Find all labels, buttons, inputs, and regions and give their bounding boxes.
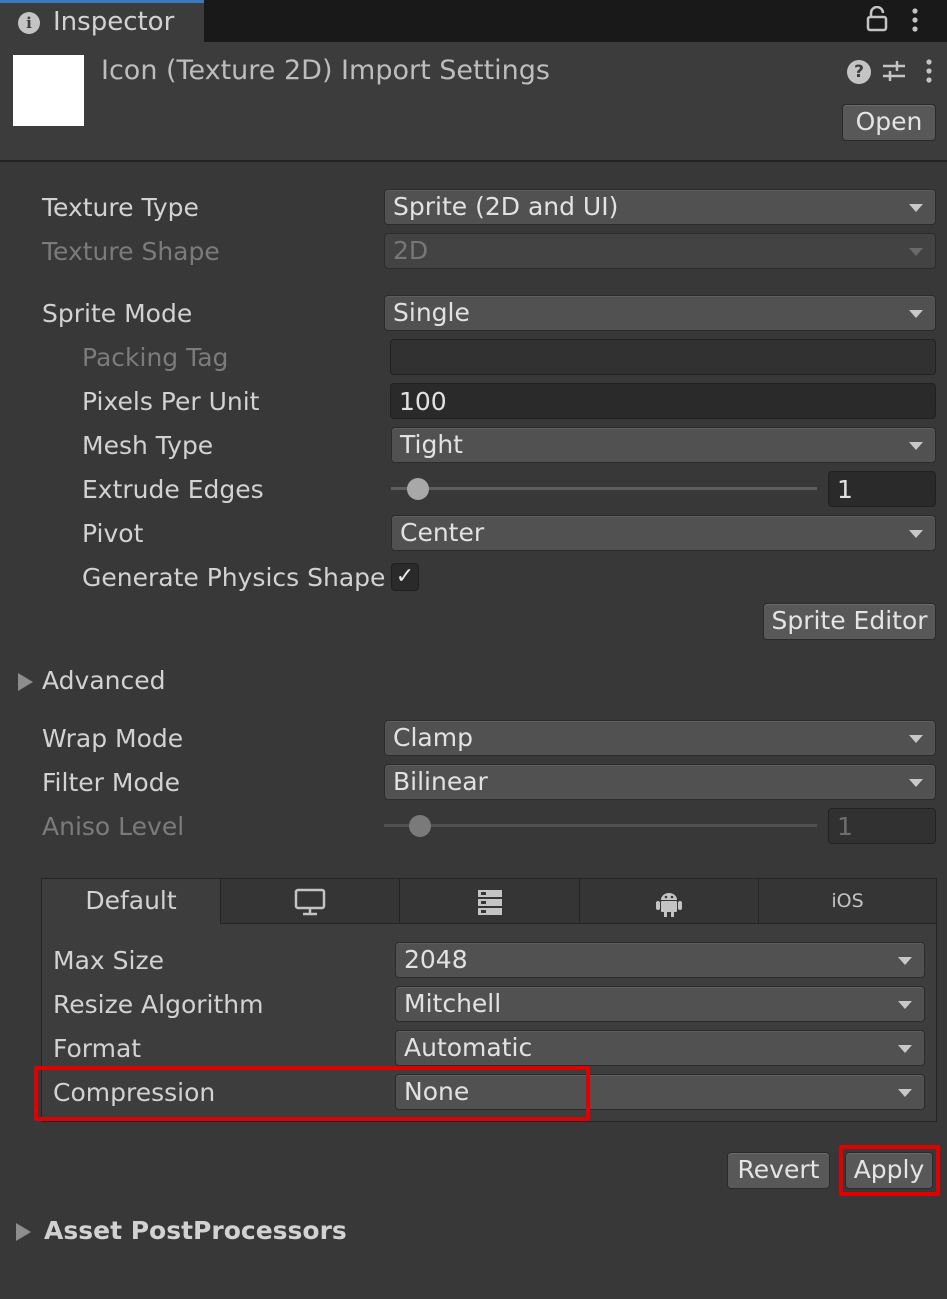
wrap-mode-value: Clamp: [393, 723, 473, 752]
filter-mode-dropdown[interactable]: Bilinear: [384, 764, 936, 800]
chevron-down-icon: [909, 310, 923, 318]
texture-type-value: Sprite (2D and UI): [393, 192, 619, 221]
pixels-per-unit-value: 100: [399, 387, 447, 416]
filter-mode-label: Filter Mode: [42, 768, 180, 797]
packing-tag-label: Packing Tag: [82, 343, 229, 372]
extrude-edges-label: Extrude Edges: [82, 475, 264, 504]
asset-postprocessors-foldout[interactable]: Asset PostProcessors: [44, 1216, 347, 1245]
help-icon[interactable]: ?: [847, 60, 871, 84]
resize-algorithm-dropdown[interactable]: Mitchell: [395, 986, 925, 1022]
platform-tab-ios-label: iOS: [831, 890, 864, 912]
aniso-level-slider-track: [384, 824, 817, 827]
wrap-mode-label: Wrap Mode: [42, 724, 184, 753]
mesh-type-label: Mesh Type: [82, 431, 214, 460]
presets-icon[interactable]: [881, 58, 907, 90]
pivot-dropdown[interactable]: Center: [391, 515, 936, 551]
format-label: Format: [53, 1034, 142, 1063]
import-settings-title: Icon (Texture 2D) Import Settings: [101, 55, 550, 86]
checkmark-icon: ✓: [395, 564, 415, 589]
revert-button[interactable]: Revert: [727, 1152, 830, 1189]
chevron-down-icon: [898, 1001, 912, 1009]
sprite-mode-dropdown[interactable]: Single: [384, 295, 936, 331]
pivot-value: Center: [400, 518, 485, 547]
aniso-level-label: Aniso Level: [42, 812, 185, 841]
platform-tab-android[interactable]: [579, 878, 759, 924]
aniso-level-value: 1: [837, 812, 853, 841]
texture-thumbnail: [13, 55, 84, 126]
more-options-icon[interactable]: [910, 6, 920, 40]
texture-shape-label: Texture Shape: [42, 237, 220, 266]
lock-icon[interactable]: [866, 5, 888, 38]
filter-mode-value: Bilinear: [393, 767, 488, 796]
pixels-per-unit-label: Pixels Per Unit: [82, 387, 260, 416]
generate-physics-shape-checkbox[interactable]: ✓: [391, 563, 419, 591]
chevron-down-icon: [898, 957, 912, 965]
max-size-value: 2048: [404, 945, 468, 974]
sprite-mode-value: Single: [393, 298, 470, 327]
extrude-edges-slider-thumb[interactable]: [407, 478, 430, 500]
texture-type-label: Texture Type: [42, 193, 199, 222]
tab-inspector[interactable]: i Inspector: [0, 0, 204, 42]
texture-shape-value: 2D: [393, 236, 429, 265]
extrude-edges-field[interactable]: 1: [828, 471, 936, 507]
compression-highlight-box: [34, 1066, 590, 1121]
advanced-foldout[interactable]: Advanced: [42, 666, 166, 695]
open-button[interactable]: Open: [842, 104, 936, 141]
aniso-level-field: 1: [828, 808, 936, 844]
pixels-per-unit-field[interactable]: 100: [390, 383, 936, 419]
header-more-icon[interactable]: [924, 57, 934, 91]
texture-shape-dropdown: 2D: [384, 233, 936, 269]
chevron-down-icon: [898, 1089, 912, 1097]
chevron-down-icon: [909, 248, 923, 256]
max-size-label: Max Size: [53, 946, 164, 975]
server-icon: [477, 890, 502, 915]
platform-tab-server[interactable]: [399, 878, 580, 924]
format-dropdown[interactable]: Automatic: [395, 1030, 925, 1066]
chevron-down-icon: [909, 442, 923, 450]
generate-physics-shape-label: Generate Physics Shape: [82, 563, 386, 592]
tab-inspector-label: Inspector: [53, 7, 175, 37]
advanced-foldout-arrow-icon[interactable]: [18, 673, 33, 691]
mesh-type-value: Tight: [400, 430, 463, 459]
info-icon: i: [18, 12, 40, 34]
packing-tag-field: [390, 339, 936, 375]
apply-highlight-box: [839, 1145, 940, 1196]
platform-tab-standalone[interactable]: [220, 878, 400, 924]
platform-tab-default-label: Default: [85, 886, 177, 915]
pivot-label: Pivot: [82, 519, 144, 548]
chevron-down-icon: [898, 1045, 912, 1053]
asset-postprocessors-arrow-icon[interactable]: [16, 1223, 31, 1241]
aniso-level-slider-thumb: [408, 815, 431, 837]
sprite-editor-button[interactable]: Sprite Editor: [763, 603, 936, 640]
resize-algorithm-label: Resize Algorithm: [53, 990, 264, 1019]
android-icon: [656, 893, 682, 917]
max-size-dropdown[interactable]: 2048: [395, 942, 925, 978]
resize-algorithm-value: Mitchell: [404, 989, 502, 1018]
mesh-type-dropdown[interactable]: Tight: [391, 427, 936, 463]
chevron-down-icon: [909, 735, 923, 743]
chevron-down-icon: [909, 779, 923, 787]
format-value: Automatic: [404, 1033, 533, 1062]
sprite-mode-label: Sprite Mode: [42, 299, 193, 328]
extrude-edges-value: 1: [837, 475, 853, 504]
chevron-down-icon: [909, 530, 923, 538]
texture-type-dropdown[interactable]: Sprite (2D and UI): [384, 189, 936, 225]
platform-tab-default[interactable]: Default: [41, 878, 221, 924]
extrude-edges-slider-track[interactable]: [391, 487, 817, 490]
chevron-down-icon: [909, 204, 923, 212]
platform-tab-ios[interactable]: iOS: [758, 878, 937, 924]
wrap-mode-dropdown[interactable]: Clamp: [384, 720, 936, 756]
monitor-icon: [294, 888, 326, 916]
